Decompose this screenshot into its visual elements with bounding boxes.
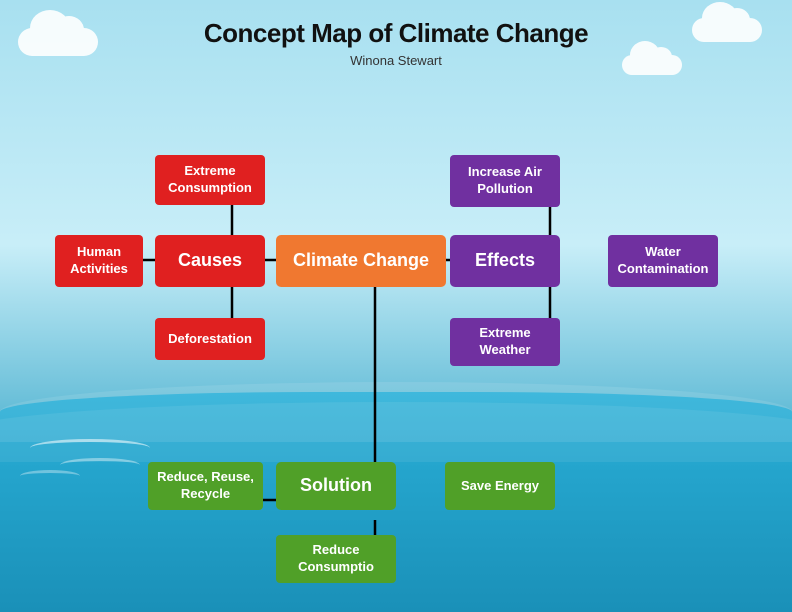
content-layer: Concept Map of Climate Change Winona Ste…	[0, 0, 792, 612]
save-energy-box: Save Energy	[445, 462, 555, 510]
page-title: Concept Map of Climate Change	[0, 0, 792, 49]
extreme-consumption-box: Extreme Consumption	[155, 155, 265, 205]
page-subtitle: Winona Stewart	[0, 53, 792, 68]
reduce-consumption-box: Reduce Consumptio	[276, 535, 396, 583]
effects-box: Effects	[450, 235, 560, 287]
climate-change-box: Climate Change	[276, 235, 446, 287]
increase-air-pollution-box: Increase Air Pollution	[450, 155, 560, 207]
causes-box: Causes	[155, 235, 265, 287]
deforestation-box: Deforestation	[155, 318, 265, 360]
reduce-reuse-recycle-box: Reduce, Reuse, Recycle	[148, 462, 263, 510]
extreme-weather-box: Extreme Weather	[450, 318, 560, 366]
human-activities-box: Human Activities	[55, 235, 143, 287]
connector-lines	[40, 90, 752, 592]
solution-box: Solution	[276, 462, 396, 510]
water-contamination-box: Water Contamination	[608, 235, 718, 287]
